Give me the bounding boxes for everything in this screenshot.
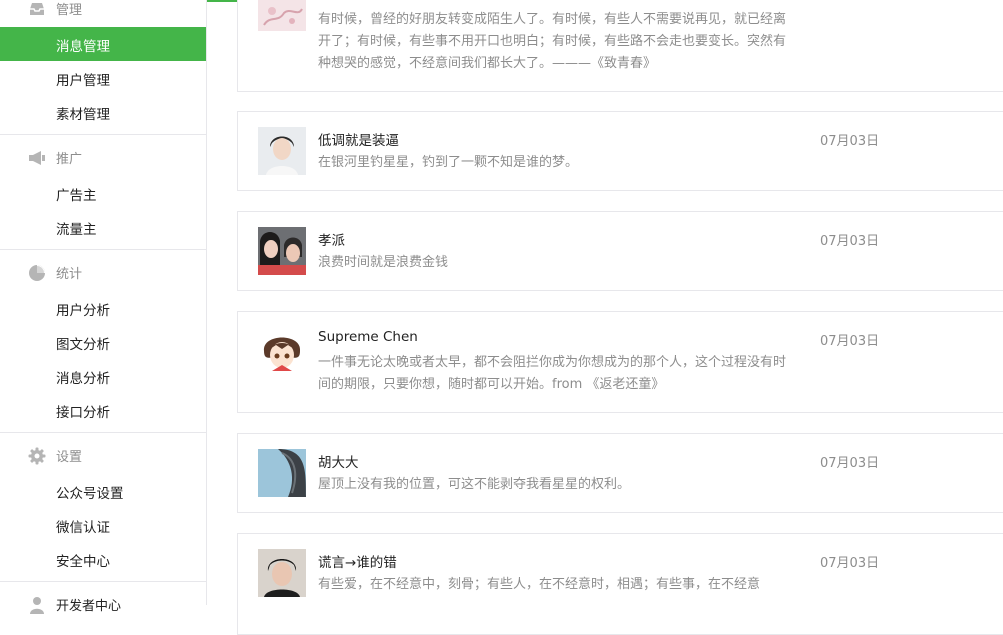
gear-icon	[28, 447, 46, 465]
avatar	[258, 0, 306, 31]
sidebar-item-api-analysis[interactable]: 接口分析	[0, 393, 206, 427]
sidebar-item-advertiser[interactable]: 广告主	[0, 176, 206, 210]
sidebar-item-message-management[interactable]: 消息管理	[0, 27, 206, 61]
message-text: 浪费时间就是浪费金钱	[318, 255, 449, 270]
avatar	[258, 449, 306, 497]
message-date: 07月03日	[820, 456, 880, 471]
message-sender: 低调就是装逼	[318, 133, 399, 149]
avatar	[258, 327, 306, 375]
sidebar-group-developer: 开发者中心	[0, 590, 206, 620]
message-text: 一件事无论太晚或者太早，都不会阻拦你成为你想成为的那个人，这个过程没有时间的期限…	[318, 355, 787, 392]
sidebar-divider	[0, 249, 206, 250]
avatar	[258, 227, 306, 275]
message-card[interactable]: Supreme Chen 一件事无论太晚或者太早，都不会阻拦你成为你想成为的那个…	[237, 311, 1003, 413]
sidebar-item-user-analysis[interactable]: 用户分析	[0, 291, 206, 325]
message-sender: Supreme Chen	[318, 329, 418, 345]
message-date: 07月03日	[820, 556, 880, 571]
sidebar-group-title: 管理	[56, 3, 83, 18]
message-text: 有时候，曾经的好朋友转变成陌生人了。有时候，有些人不需要说再见，就已经离开了；有…	[318, 12, 787, 71]
sidebar-group-title: 统计	[56, 267, 83, 282]
sidebar-group-promotion: 推广	[0, 143, 206, 173]
sidebar-divider	[0, 432, 206, 433]
sidebar-group-settings: 设置	[0, 441, 206, 471]
sidebar-group-title: 设置	[56, 450, 83, 465]
sidebar-item-publisher[interactable]: 流量主	[0, 210, 206, 244]
pie-chart-icon	[29, 265, 45, 281]
sidebar-group-manage: 管理	[0, 0, 206, 24]
sidebar-item-wechat-verification[interactable]: 微信认证	[0, 508, 206, 542]
sidebar-group-title: 推广	[56, 152, 83, 167]
sidebar-item-article-analysis[interactable]: 图文分析	[0, 325, 206, 359]
message-sender: 胡大大	[318, 455, 359, 471]
inbox-icon	[30, 3, 44, 15]
sidebar-item-material-management[interactable]: 素材管理	[0, 95, 206, 129]
message-sender: 谎言→谁的错	[318, 555, 397, 571]
sidebar-divider	[0, 581, 206, 582]
message-card[interactable]: 有时候，曾经的好朋友转变成陌生人了。有时候，有些人不需要说再见，就已经离开了；有…	[237, 0, 1003, 92]
message-card[interactable]: 胡大大 屋顶上没有我的位置，可这不能剥夺我看星星的权利。 07月03日	[237, 433, 1003, 513]
message-card[interactable]: 孝派 浪费时间就是浪费金钱 07月03日	[237, 211, 1003, 291]
message-date: 07月03日	[820, 134, 880, 149]
message-card[interactable]: 谎言→谁的错 有些爱，在不经意中，刻骨；有些人，在不经意时，相遇；有些事，在不经…	[237, 533, 1003, 635]
message-card[interactable]: 低调就是装逼 在银河里钓星星，钓到了一颗不知是谁的梦。 07月03日	[237, 111, 1003, 191]
sidebar-divider	[0, 134, 206, 135]
message-text: 屋顶上没有我的位置，可这不能剥夺我看星星的权利。	[318, 477, 631, 492]
megaphone-icon	[29, 151, 45, 165]
message-text: 有些爱，在不经意中，刻骨；有些人，在不经意时，相遇；有些事，在不经意	[318, 577, 761, 592]
sidebar-item-user-management[interactable]: 用户管理	[0, 61, 206, 95]
avatar	[258, 127, 306, 175]
avatar	[258, 549, 306, 597]
sidebar-item-message-analysis[interactable]: 消息分析	[0, 359, 206, 393]
message-sender: 孝派	[318, 233, 345, 249]
sidebar-item-account-settings[interactable]: 公众号设置	[0, 474, 206, 508]
message-date: 07月03日	[820, 334, 880, 349]
sidebar-nav: 管理 消息管理 用户管理 素材管理 推广 广告主 流量主 统计 用户分析 图文分…	[0, 0, 207, 614]
developer-icon	[30, 597, 44, 614]
message-date: 07月03日	[820, 234, 880, 249]
sidebar-group-statistics: 统计	[0, 258, 206, 288]
message-text: 在银河里钓星星，钓到了一颗不知是谁的梦。	[318, 155, 579, 170]
sidebar-item-security-center[interactable]: 安全中心	[0, 542, 206, 576]
